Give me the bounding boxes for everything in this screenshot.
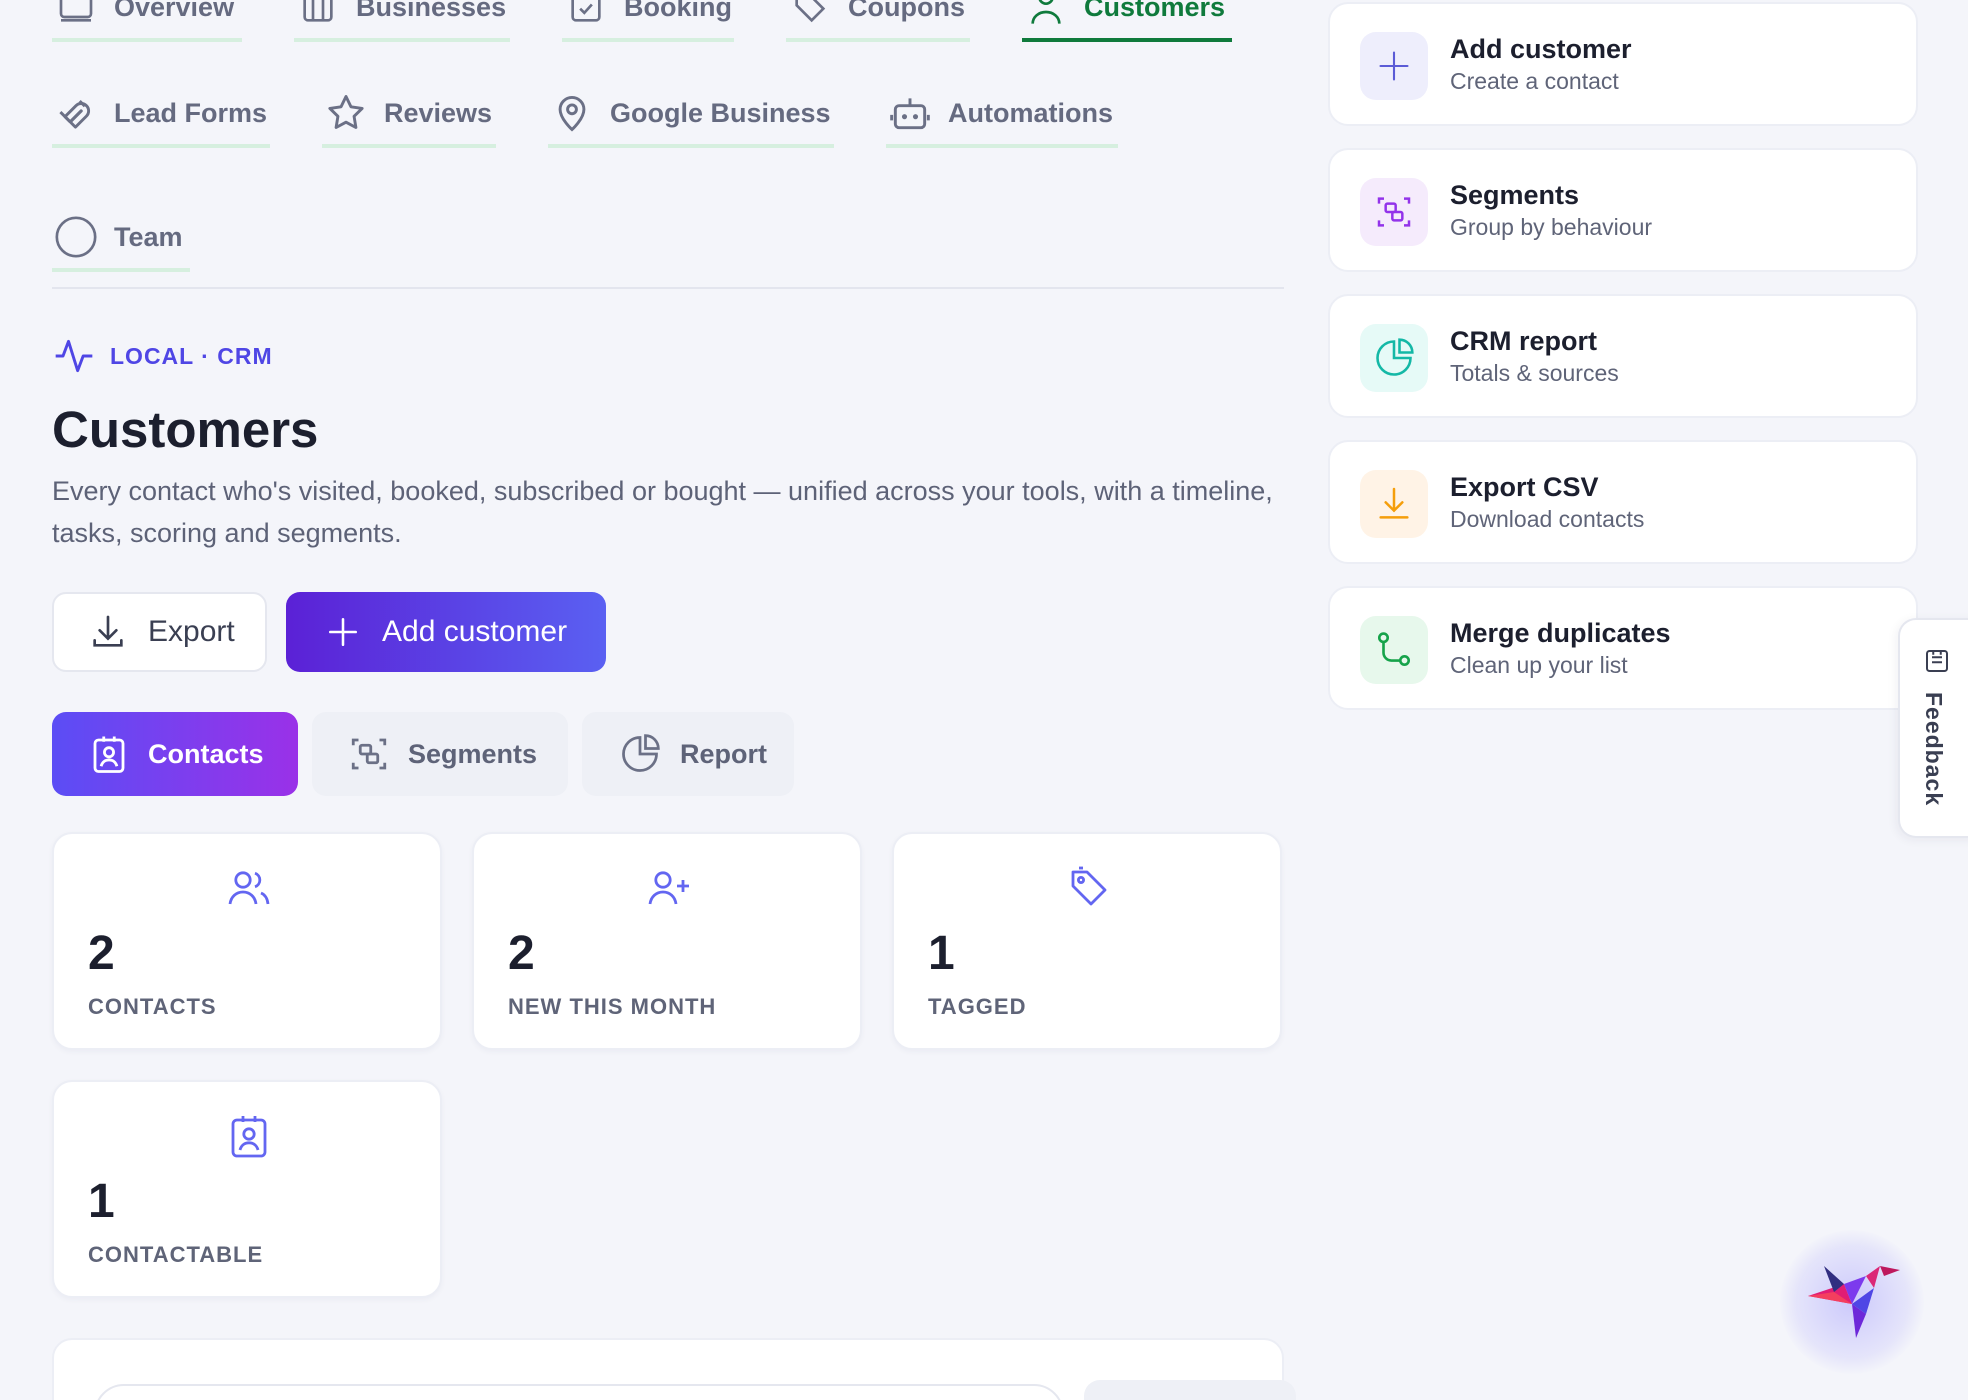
- coupon-icon: [786, 0, 834, 31]
- pie-chart-icon: [618, 732, 662, 776]
- eyebrow-text: LOCAL · CRM: [110, 342, 273, 369]
- quick-action-title: Add customer: [1450, 34, 1632, 64]
- nav-item-label: Automations: [948, 97, 1113, 128]
- businesses-icon: [294, 0, 342, 31]
- stat-card-tagged: 1 TAGGED: [892, 832, 1282, 1050]
- quick-action-merge-duplicates[interactable]: Merge duplicates Clean up your list: [1328, 586, 1918, 710]
- nav-item-label: Coupons: [848, 0, 965, 22]
- add-customer-label: Add customer: [382, 615, 568, 648]
- magnet-icon: [52, 89, 100, 137]
- nav-divider: [52, 287, 1284, 289]
- pie-chart-icon: [1360, 324, 1428, 392]
- customers-icon: [1022, 0, 1070, 31]
- tab-label: Segments: [408, 738, 538, 769]
- quick-action-add-customer[interactable]: Add customer Create a contact: [1328, 2, 1918, 126]
- activity-icon: [52, 334, 96, 378]
- nav-item-label: Lead Forms: [114, 97, 268, 128]
- quick-action-subtitle: Clean up your list: [1450, 652, 1628, 678]
- nav-item-customers[interactable]: Customers: [1022, 0, 1232, 42]
- nav-item-booking[interactable]: Booking: [562, 0, 734, 42]
- quick-action-title: Export CSV: [1450, 472, 1599, 502]
- export-button[interactable]: Export: [52, 592, 267, 672]
- nav-item-label: Customers: [1084, 0, 1226, 22]
- tab-label: Report: [680, 738, 767, 769]
- stat-label: CONTACTS: [88, 994, 217, 1019]
- add-customer-button[interactable]: Add customer: [286, 592, 606, 672]
- contact-card-icon: [225, 1112, 273, 1160]
- nav-item-team[interactable]: Team: [52, 206, 190, 272]
- robot-icon: [886, 89, 934, 137]
- nav-item-label: Google Business: [610, 97, 831, 128]
- download-icon: [88, 612, 128, 652]
- segments-icon: [1360, 178, 1428, 246]
- overview-icon: [52, 0, 100, 31]
- circle-icon: [52, 213, 100, 261]
- merge-icon: [1360, 616, 1428, 684]
- page-description: Every contact who's visited, booked, sub…: [52, 476, 1273, 548]
- nav-item-google-business[interactable]: Google Business: [548, 82, 834, 148]
- plus-icon: [326, 615, 360, 649]
- nav-item-coupons[interactable]: Coupons: [786, 0, 970, 42]
- tab-report[interactable]: Report: [582, 712, 794, 796]
- quick-action-title: Merge duplicates: [1450, 618, 1671, 648]
- contact-card-icon: [88, 733, 130, 775]
- stat-label: NEW THIS MONTH: [508, 994, 717, 1019]
- filter-button[interactable]: [1084, 1380, 1296, 1400]
- page-title: Customers: [52, 401, 319, 458]
- feedback-label: Feedback: [1921, 692, 1947, 807]
- quick-action-subtitle: Create a contact: [1450, 68, 1619, 94]
- stat-value: 2: [88, 927, 115, 980]
- stat-label: CONTACTABLE: [88, 1242, 264, 1267]
- quick-action-crm-report[interactable]: CRM report Totals & sources: [1328, 294, 1918, 418]
- page-eyebrow: LOCAL · CRM: [52, 334, 273, 378]
- nav-item-label: Overview: [114, 0, 235, 22]
- stat-card-new-this-month: 2 NEW THIS MONTH: [472, 832, 862, 1050]
- stat-card-contacts: 2 CONTACTS: [52, 832, 442, 1050]
- feedback-tab[interactable]: Feedback: [1898, 618, 1968, 838]
- nav-item-overview[interactable]: Overview: [52, 0, 242, 42]
- quick-action-title: CRM report: [1450, 326, 1597, 356]
- nav-item-label: Team: [114, 221, 183, 252]
- nav-item-label: Booking: [624, 0, 732, 22]
- quick-action-subtitle: Download contacts: [1450, 506, 1645, 532]
- user-plus-icon: [645, 864, 693, 912]
- plus-icon: [1360, 32, 1428, 100]
- stat-label: TAGGED: [928, 994, 1027, 1019]
- search-input[interactable]: [94, 1384, 1064, 1400]
- users-icon: [225, 864, 273, 912]
- download-icon: [1360, 470, 1428, 538]
- export-label: Export: [148, 615, 235, 648]
- nav-item-label: Businesses: [356, 0, 507, 22]
- map-pin-icon: [548, 89, 596, 137]
- nav-item-label: Reviews: [384, 97, 493, 128]
- tab-label: Contacts: [148, 738, 264, 769]
- assistant-bird-button[interactable]: [1780, 1230, 1924, 1374]
- quick-action-subtitle: Totals & sources: [1450, 360, 1619, 386]
- quick-action-subtitle: Group by behaviour: [1450, 214, 1653, 240]
- nav-item-reviews[interactable]: Reviews: [322, 82, 496, 148]
- stat-value: 2: [508, 927, 535, 980]
- nav-item-lead-forms[interactable]: Lead Forms: [52, 82, 270, 148]
- quick-action-title: Segments: [1450, 180, 1580, 210]
- quick-action-segments[interactable]: Segments Group by behaviour: [1328, 148, 1918, 272]
- segments-icon: [348, 733, 390, 775]
- feedback-icon: [1922, 646, 1952, 676]
- tab-segments[interactable]: Segments: [312, 712, 568, 796]
- tab-contacts[interactable]: Contacts: [52, 712, 298, 796]
- nav-item-businesses[interactable]: Businesses: [294, 0, 510, 42]
- stat-card-contactable: 1 CONTACTABLE: [52, 1080, 442, 1298]
- tag-icon: [1065, 864, 1113, 912]
- stat-value: 1: [88, 1175, 115, 1228]
- stat-value: 1: [928, 927, 955, 980]
- nav-item-automations[interactable]: Automations: [886, 82, 1118, 148]
- contacts-table-card: [52, 1338, 1296, 1400]
- booking-icon: [562, 0, 610, 31]
- quick-action-export-csv[interactable]: Export CSV Download contacts: [1328, 440, 1918, 564]
- star-icon: [322, 89, 370, 137]
